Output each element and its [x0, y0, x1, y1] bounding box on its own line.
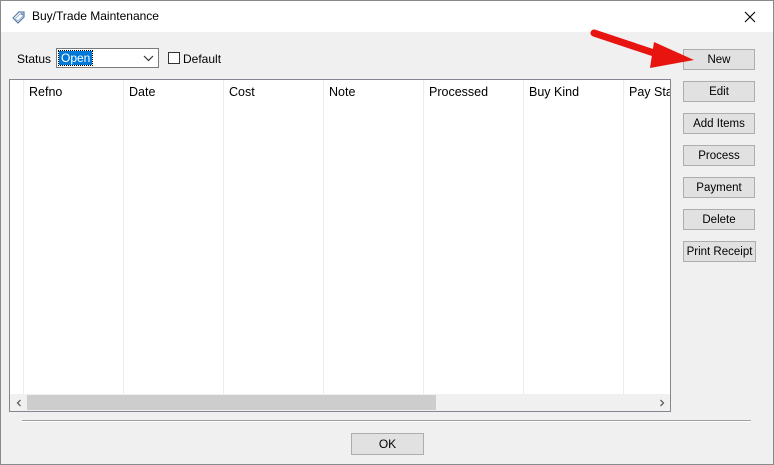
column-header-buy-kind[interactable]: Buy Kind	[529, 85, 579, 99]
add-items-button[interactable]: Add Items	[683, 113, 755, 134]
column-divider	[223, 80, 224, 395]
buy-trade-maintenance-dialog: Buy/Trade Maintenance Status Open Defaul…	[0, 0, 774, 465]
new-button[interactable]: New	[683, 49, 755, 70]
title-bar: Buy/Trade Maintenance	[1, 1, 773, 32]
edit-button[interactable]: Edit	[683, 81, 755, 102]
column-divider	[423, 80, 424, 395]
scroll-left-button[interactable]	[10, 394, 27, 411]
print-receipt-button[interactable]: Print Receipt	[683, 241, 756, 262]
buy-trade-grid[interactable]: Refno Date Cost Note Processed Buy Kind …	[9, 79, 671, 412]
status-selected-value: Open	[57, 50, 94, 66]
chevron-right-icon	[659, 399, 664, 406]
close-icon	[744, 11, 756, 22]
process-button[interactable]: Process	[683, 145, 755, 166]
column-divider	[23, 80, 24, 395]
column-header-pay-status[interactable]: Pay Sta	[629, 85, 670, 99]
chevron-down-icon	[143, 55, 154, 62]
column-header-note[interactable]: Note	[329, 85, 355, 99]
column-header-processed[interactable]: Processed	[429, 85, 488, 99]
scroll-right-button[interactable]	[653, 394, 670, 411]
window-title: Buy/Trade Maintenance	[32, 9, 159, 23]
column-divider	[123, 80, 124, 395]
dialog-body: Status Open Default Refno Date Cost Note	[1, 32, 773, 464]
tag-icon	[11, 9, 27, 25]
grid-header: Refno Date Cost Note Processed Buy Kind …	[10, 80, 670, 395]
payment-button[interactable]: Payment	[683, 177, 755, 198]
footer-divider	[22, 420, 751, 422]
scrollbar-thumb[interactable]	[27, 395, 436, 410]
status-label: Status	[17, 52, 52, 66]
chevron-left-icon	[16, 399, 21, 406]
column-header-cost[interactable]: Cost	[229, 85, 255, 99]
default-label: Default	[183, 52, 222, 66]
column-divider	[623, 80, 624, 395]
delete-button[interactable]: Delete	[683, 209, 755, 230]
ok-button[interactable]: OK	[351, 433, 424, 455]
column-header-refno[interactable]: Refno	[29, 85, 62, 99]
default-checkbox[interactable]	[168, 52, 180, 64]
status-dropdown[interactable]: Open	[56, 48, 159, 68]
column-divider	[523, 80, 524, 395]
close-button[interactable]	[727, 1, 773, 32]
column-header-date[interactable]: Date	[129, 85, 155, 99]
horizontal-scrollbar[interactable]	[10, 394, 670, 411]
column-divider	[323, 80, 324, 395]
